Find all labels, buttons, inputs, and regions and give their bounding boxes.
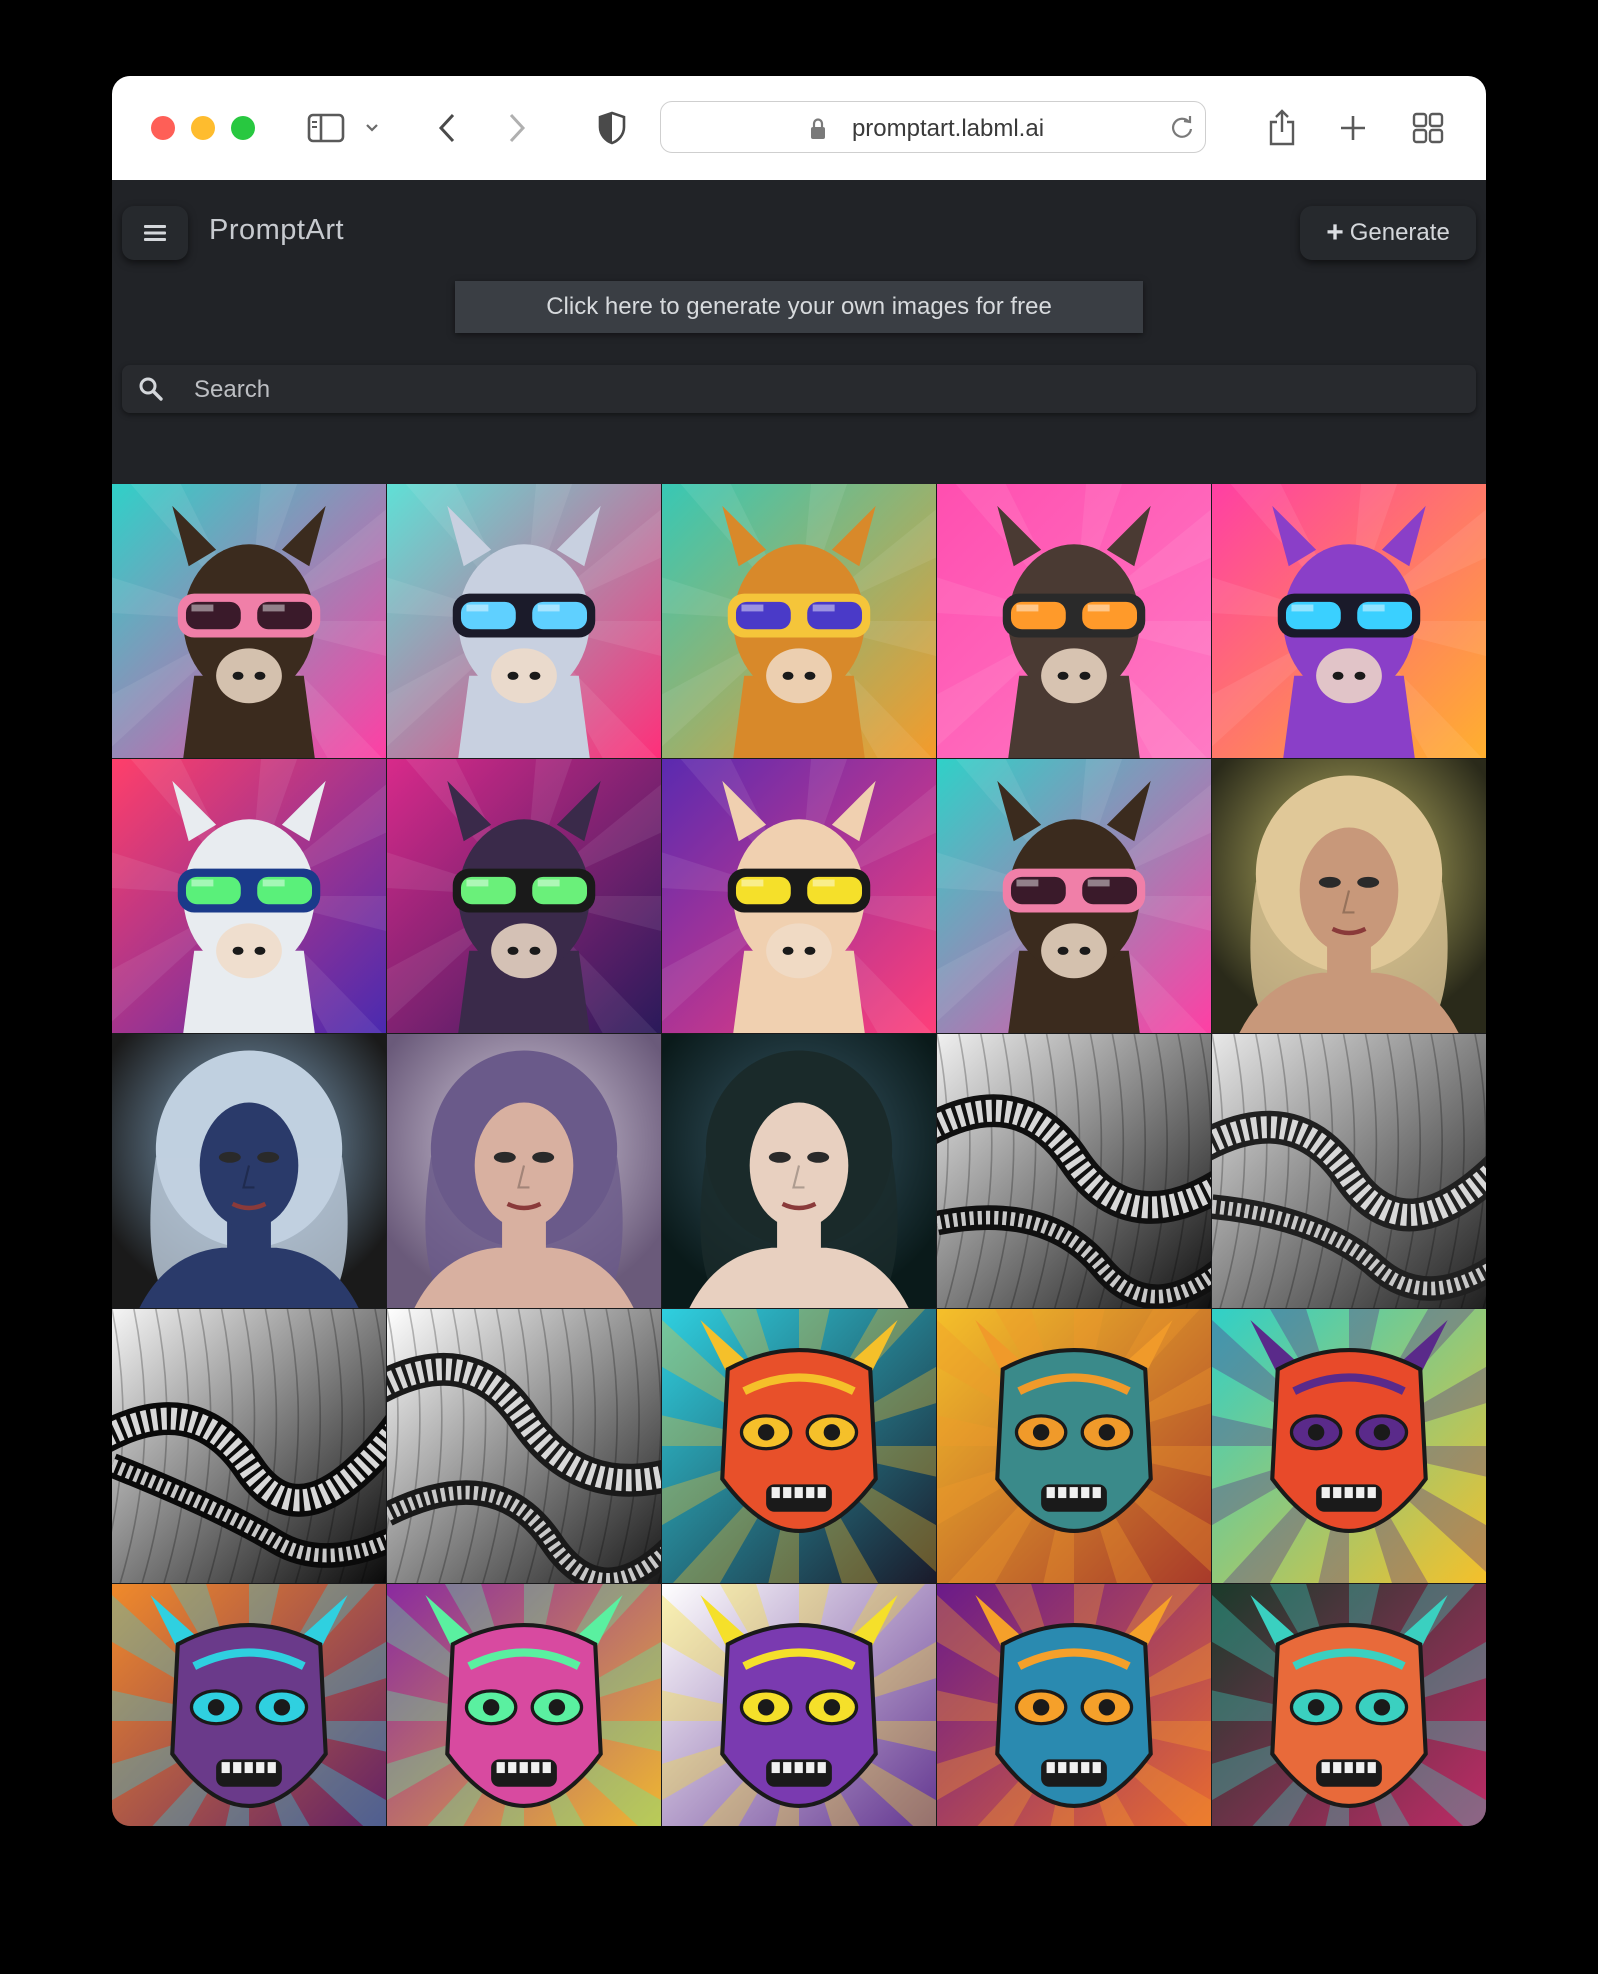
menu-button[interactable]	[122, 206, 188, 260]
gallery-image[interactable]	[662, 484, 936, 758]
image-gallery	[112, 484, 1486, 1826]
gallery-image[interactable]	[1212, 484, 1486, 758]
tab-overview-icon[interactable]	[1410, 106, 1446, 150]
gallery-image[interactable]	[662, 759, 936, 1033]
search-input[interactable]	[192, 365, 1456, 415]
zoom-window-button[interactable]	[231, 116, 255, 140]
gallery-image[interactable]	[937, 759, 1211, 1033]
search-bar[interactable]	[122, 365, 1476, 415]
browser-window: promptart.labml.ai PromptArt + Generate …	[112, 76, 1486, 1826]
minimize-window-button[interactable]	[191, 116, 215, 140]
gallery-image[interactable]	[662, 1584, 936, 1826]
reload-icon[interactable]	[1169, 114, 1195, 145]
gallery-image[interactable]	[937, 1309, 1211, 1583]
brand-title[interactable]: PromptArt	[209, 214, 344, 247]
search-icon	[138, 376, 164, 407]
generate-promo-button[interactable]: Click here to generate your own images f…	[455, 281, 1143, 333]
back-icon[interactable]	[432, 106, 462, 150]
gallery-image[interactable]	[937, 1584, 1211, 1826]
gallery-image[interactable]	[1212, 1309, 1486, 1583]
gallery-image[interactable]	[937, 484, 1211, 758]
browser-toolbar: promptart.labml.ai	[112, 76, 1486, 181]
privacy-shield-icon[interactable]	[596, 106, 628, 150]
gallery-image[interactable]	[112, 1034, 386, 1308]
gallery-image[interactable]	[387, 1584, 661, 1826]
gallery-image[interactable]	[387, 484, 661, 758]
plus-icon: +	[1326, 216, 1344, 249]
share-icon[interactable]	[1264, 106, 1300, 150]
gallery-image[interactable]	[112, 1584, 386, 1826]
generate-label: Generate	[1349, 219, 1450, 246]
app-header: PromptArt + Generate Click here to gener…	[112, 180, 1486, 480]
address-bar[interactable]: promptart.labml.ai	[660, 101, 1206, 153]
hamburger-icon	[144, 225, 166, 241]
gallery-image[interactable]	[387, 1034, 661, 1308]
gallery-image[interactable]	[1212, 1584, 1486, 1826]
gallery-image[interactable]	[1212, 1034, 1486, 1308]
generate-button[interactable]: + Generate	[1300, 206, 1476, 260]
sidebar-toggle-icon[interactable]	[304, 106, 348, 150]
url-text: promptart.labml.ai	[851, 115, 1045, 142]
gallery-image[interactable]	[112, 759, 386, 1033]
gallery-image[interactable]	[112, 484, 386, 758]
gallery-image[interactable]	[937, 1034, 1211, 1308]
gallery-image[interactable]	[387, 759, 661, 1033]
gallery-image[interactable]	[662, 1034, 936, 1308]
gallery-image[interactable]	[112, 1309, 386, 1583]
forward-icon[interactable]	[502, 106, 532, 150]
chevron-down-icon[interactable]	[362, 106, 382, 150]
close-window-button[interactable]	[151, 116, 175, 140]
gallery-image[interactable]	[1212, 759, 1486, 1033]
gallery-image[interactable]	[662, 1309, 936, 1583]
new-tab-icon[interactable]	[1336, 106, 1370, 150]
gallery-image[interactable]	[387, 1309, 661, 1583]
